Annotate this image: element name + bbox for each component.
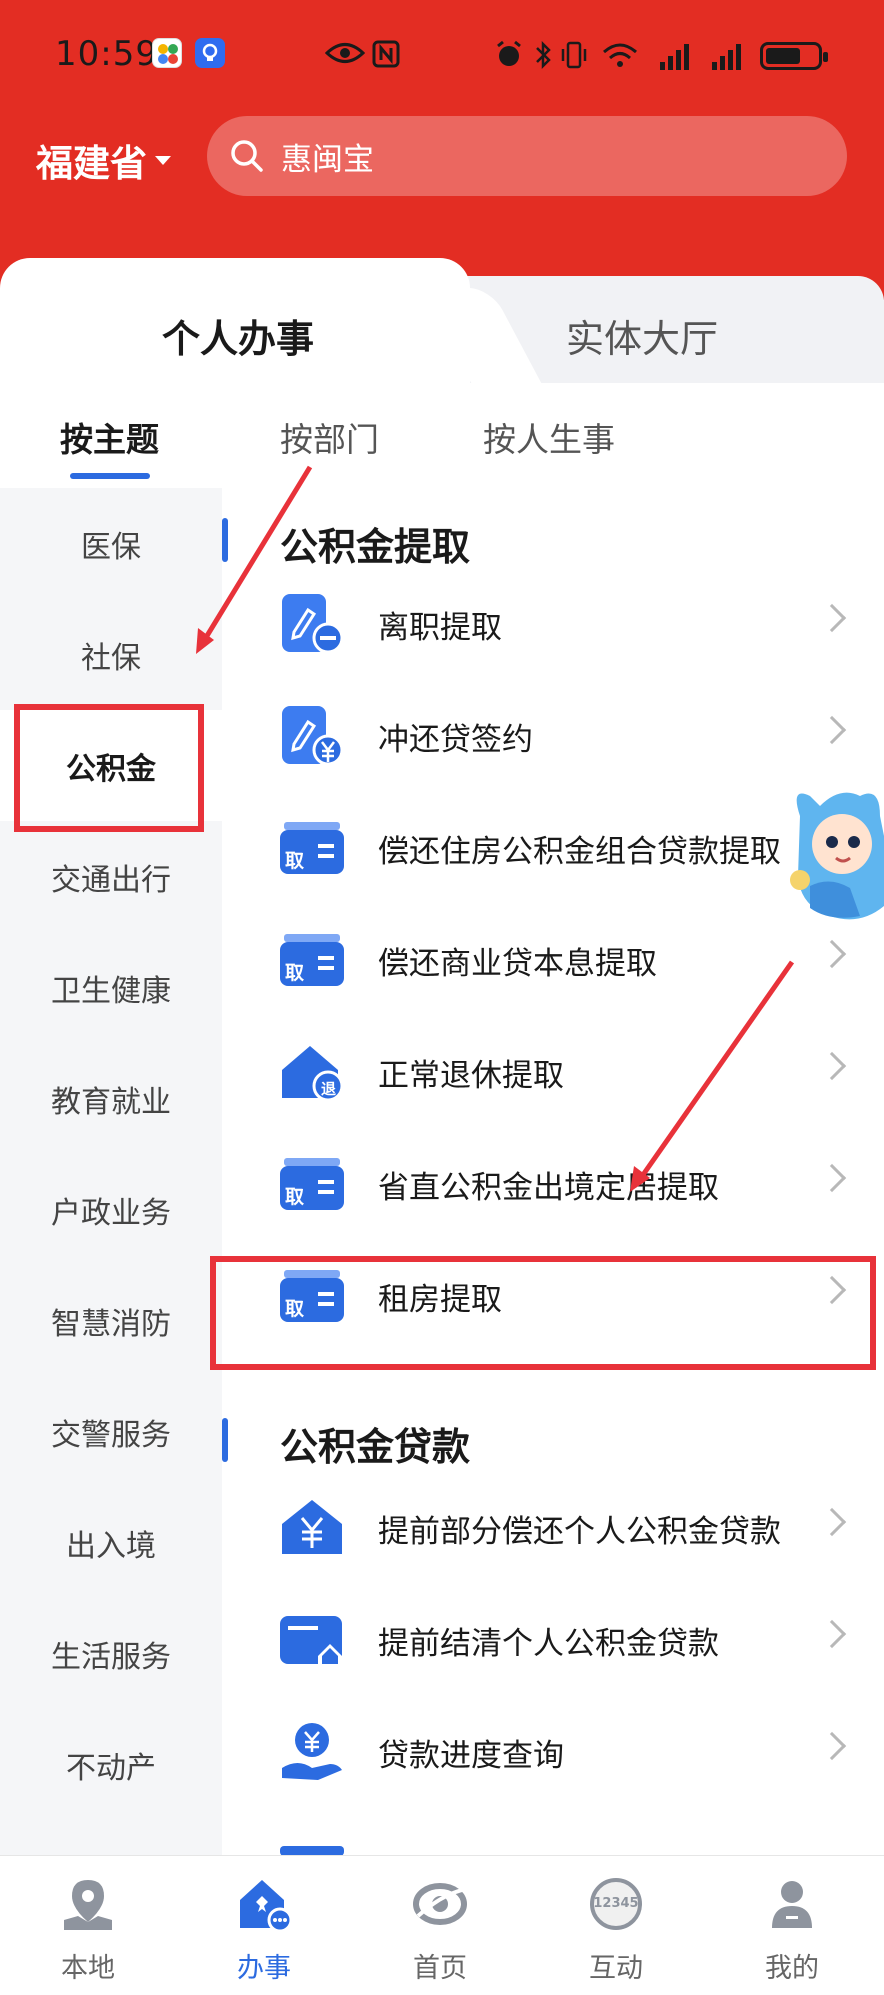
segment-tabs: 个人办事 实体大厅	[0, 258, 884, 383]
service-item-partial-prepay[interactable]: 提前部分偿还个人公积金贷款	[222, 1472, 884, 1584]
app-header: 10:59 福建省 惠闽宝	[0, 0, 884, 300]
category-sidebar: 医保 社保 公积金 交通出行 卫生健康 教育就业 户政业务 智慧消防 交警服务 …	[0, 488, 222, 1855]
caret-down-icon	[155, 155, 171, 165]
highlight-box-housing-fund	[14, 704, 204, 832]
sidebar-item-household[interactable]: 户政业务	[0, 1154, 222, 1265]
battery-icon	[760, 42, 828, 70]
pen-yen-icon	[282, 706, 344, 766]
signal-strength-icon	[660, 42, 689, 70]
province-label: 福建省	[36, 142, 147, 185]
chevron-right-icon	[817, 1507, 847, 1537]
nav-local[interactable]: 本地	[0, 1856, 176, 1995]
chevron-right-icon	[817, 715, 847, 745]
card-house-icon	[280, 1616, 342, 1668]
chevron-right-icon	[817, 939, 847, 969]
hand-yen-icon	[282, 1723, 342, 1780]
nav-home[interactable]: 首页	[352, 1856, 528, 1995]
mascot-figure[interactable]	[780, 776, 884, 926]
sidebar-item-life-services[interactable]: 生活服务	[0, 1598, 222, 1709]
sub-tabs: 按主题 按部门 按人生事	[0, 383, 884, 488]
service-label: 提前结清个人公积金贷款	[378, 1626, 719, 1662]
vibrate-icon	[560, 40, 588, 77]
tab-hall[interactable]: 实体大厅	[566, 308, 718, 363]
service-label: 冲还贷签约	[378, 722, 533, 758]
sidebar-item-exit-entry[interactable]: 出入境	[0, 1487, 222, 1598]
sidebar-item-fire-safety[interactable]: 智慧消防	[0, 1265, 222, 1376]
service-item-full-prepay[interactable]: 提前结清个人公积金贷款	[222, 1584, 884, 1696]
status-bar: 10:59	[0, 0, 884, 110]
service-label: 偿还住房公积金组合贷款提取	[378, 834, 781, 870]
sidebar-item-real-estate[interactable]: 不动产	[0, 1709, 222, 1820]
chevron-right-icon	[817, 1051, 847, 1081]
nav-label: 首页	[413, 1953, 467, 1984]
service-icon	[240, 1880, 292, 1932]
withdraw-glyph: 取	[285, 850, 305, 872]
service-label: 离职提取	[378, 610, 502, 646]
pen-minus-icon	[282, 594, 344, 654]
section-title-loan: 公积金贷款	[280, 1425, 471, 1469]
sidebar-item-education[interactable]: 教育就业	[0, 1043, 222, 1154]
bluetooth-icon	[533, 40, 553, 77]
location-icon	[64, 1880, 112, 1930]
chevron-right-icon	[817, 1163, 847, 1193]
wifi-icon	[600, 40, 640, 77]
section-marker	[222, 518, 228, 562]
retire-glyph: 退	[321, 1080, 337, 1098]
chevron-right-icon	[817, 1619, 847, 1649]
user-icon	[772, 1881, 812, 1928]
chevron-right-icon	[817, 603, 847, 633]
highlight-box-rent-withdrawal	[210, 1256, 876, 1370]
service-label: 贷款进度查询	[378, 1738, 564, 1774]
search-icon	[231, 140, 263, 172]
subtab-by-topic[interactable]: 按主题	[60, 413, 159, 461]
app-notification-icon	[152, 38, 182, 68]
sidebar-item-traffic-police[interactable]: 交警服务	[0, 1376, 222, 1487]
sidebar-item-social-security[interactable]: 社保	[0, 599, 222, 710]
withdraw-glyph: 取	[285, 1186, 305, 1208]
subtab-by-department[interactable]: 按部门	[280, 413, 379, 461]
subtab-by-life-event[interactable]: 按人生事	[483, 413, 615, 461]
subtab-underline	[70, 473, 150, 479]
sidebar-item-medical-insurance[interactable]: 医保	[0, 488, 222, 599]
service-label: 偿还商业贷本息提取	[378, 946, 657, 982]
signal-strength-icon-2	[712, 42, 741, 70]
service-item-resign-withdrawal[interactable]: 离职提取	[222, 568, 884, 680]
status-time: 10:59	[55, 34, 158, 74]
chevron-right-icon	[817, 1731, 847, 1761]
lightbulb-notification-icon	[195, 38, 225, 68]
search-placeholder: 惠闽宝	[281, 141, 374, 178]
service-label: 省直公积金出境定居提取	[378, 1170, 719, 1206]
sidebar-item-transport[interactable]: 交通出行	[0, 821, 222, 932]
service-list: 公积金提取 离职提取 冲还贷签约 取 偿还住房公积金组合贷款提取 取 偿还商业贷…	[222, 488, 884, 1856]
house-yen-icon	[282, 1500, 342, 1554]
tab-personal[interactable]: 个人办事	[162, 308, 314, 363]
nav-label: 办事	[237, 1953, 291, 1984]
nav-label: 互动	[589, 1953, 643, 1984]
withdraw-glyph: 取	[285, 962, 305, 984]
search-bar[interactable]: 惠闽宝	[207, 116, 847, 196]
alarm-icon	[494, 40, 524, 77]
nav-services[interactable]: 办事	[176, 1856, 352, 1995]
eye-icon	[324, 40, 366, 73]
section-marker	[222, 1418, 228, 1462]
service-item-emigration-withdrawal[interactable]: 取 省直公积金出境定居提取	[222, 1128, 884, 1240]
service-item-retirement-withdrawal[interactable]: 退 正常退休提取	[222, 1016, 884, 1128]
nav-mine[interactable]: 我的	[704, 1856, 880, 1995]
nav-interact[interactable]: 12345 互动	[528, 1856, 704, 1995]
nav-label: 我的	[765, 1953, 819, 1984]
service-label: 提前部分偿还个人公积金贷款	[378, 1514, 781, 1550]
sidebar-item-health[interactable]: 卫生健康	[0, 932, 222, 1043]
bottom-navigation: 本地 办事 首页 12345 互动 我的	[0, 1855, 884, 1995]
nav-label: 本地	[61, 1953, 115, 1984]
nfc-icon	[372, 40, 400, 75]
province-selector[interactable]: 福建省	[36, 133, 171, 187]
home-logo-icon	[413, 1883, 467, 1925]
hotline-number: 12345	[593, 1896, 639, 1911]
service-label: 正常退休提取	[378, 1058, 564, 1094]
service-item-loan-progress[interactable]: 贷款进度查询	[222, 1696, 884, 1808]
section-title-withdrawal: 公积金提取	[280, 525, 471, 569]
